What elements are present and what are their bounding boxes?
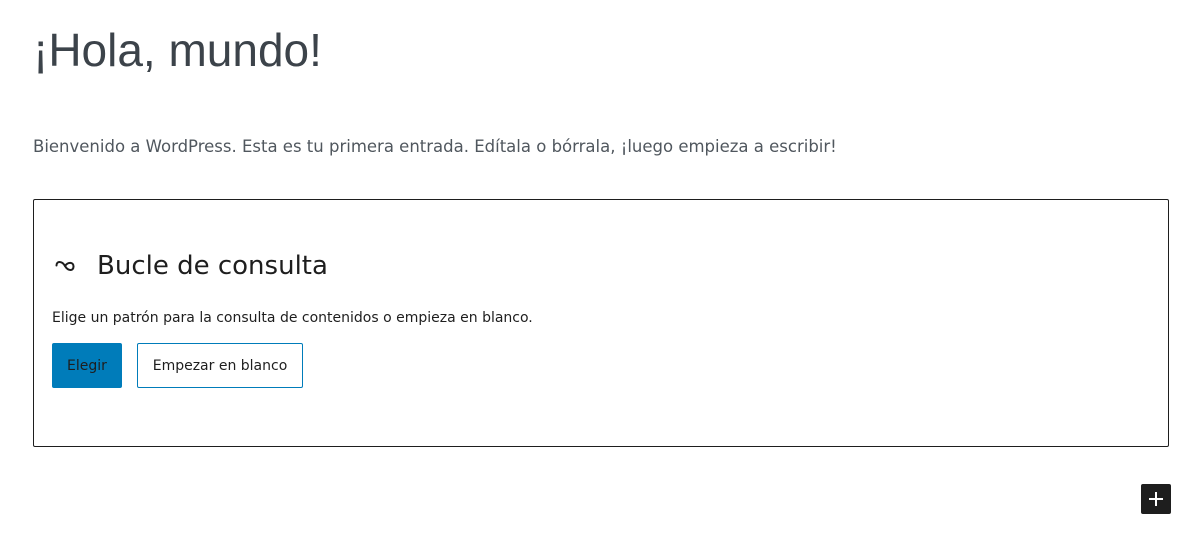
placeholder-title: Bucle de consulta	[97, 251, 328, 281]
start-blank-button[interactable]: Empezar en blanco	[137, 343, 303, 388]
placeholder-instructions: Elige un patrón para la consulta de cont…	[52, 310, 533, 326]
query-loop-placeholder[interactable]: Bucle de consulta Elige un patrón para l…	[33, 199, 1169, 447]
block-inserter-button[interactable]	[1141, 484, 1171, 514]
post-title[interactable]: ¡Hola, mundo!	[33, 18, 322, 82]
plus-icon	[1147, 490, 1165, 508]
loop-icon	[53, 254, 77, 278]
post-paragraph[interactable]: Bienvenido a WordPress. Esta es tu prime…	[33, 133, 837, 161]
placeholder-label: Bucle de consulta	[53, 246, 328, 286]
choose-button[interactable]: Elegir	[52, 343, 122, 388]
